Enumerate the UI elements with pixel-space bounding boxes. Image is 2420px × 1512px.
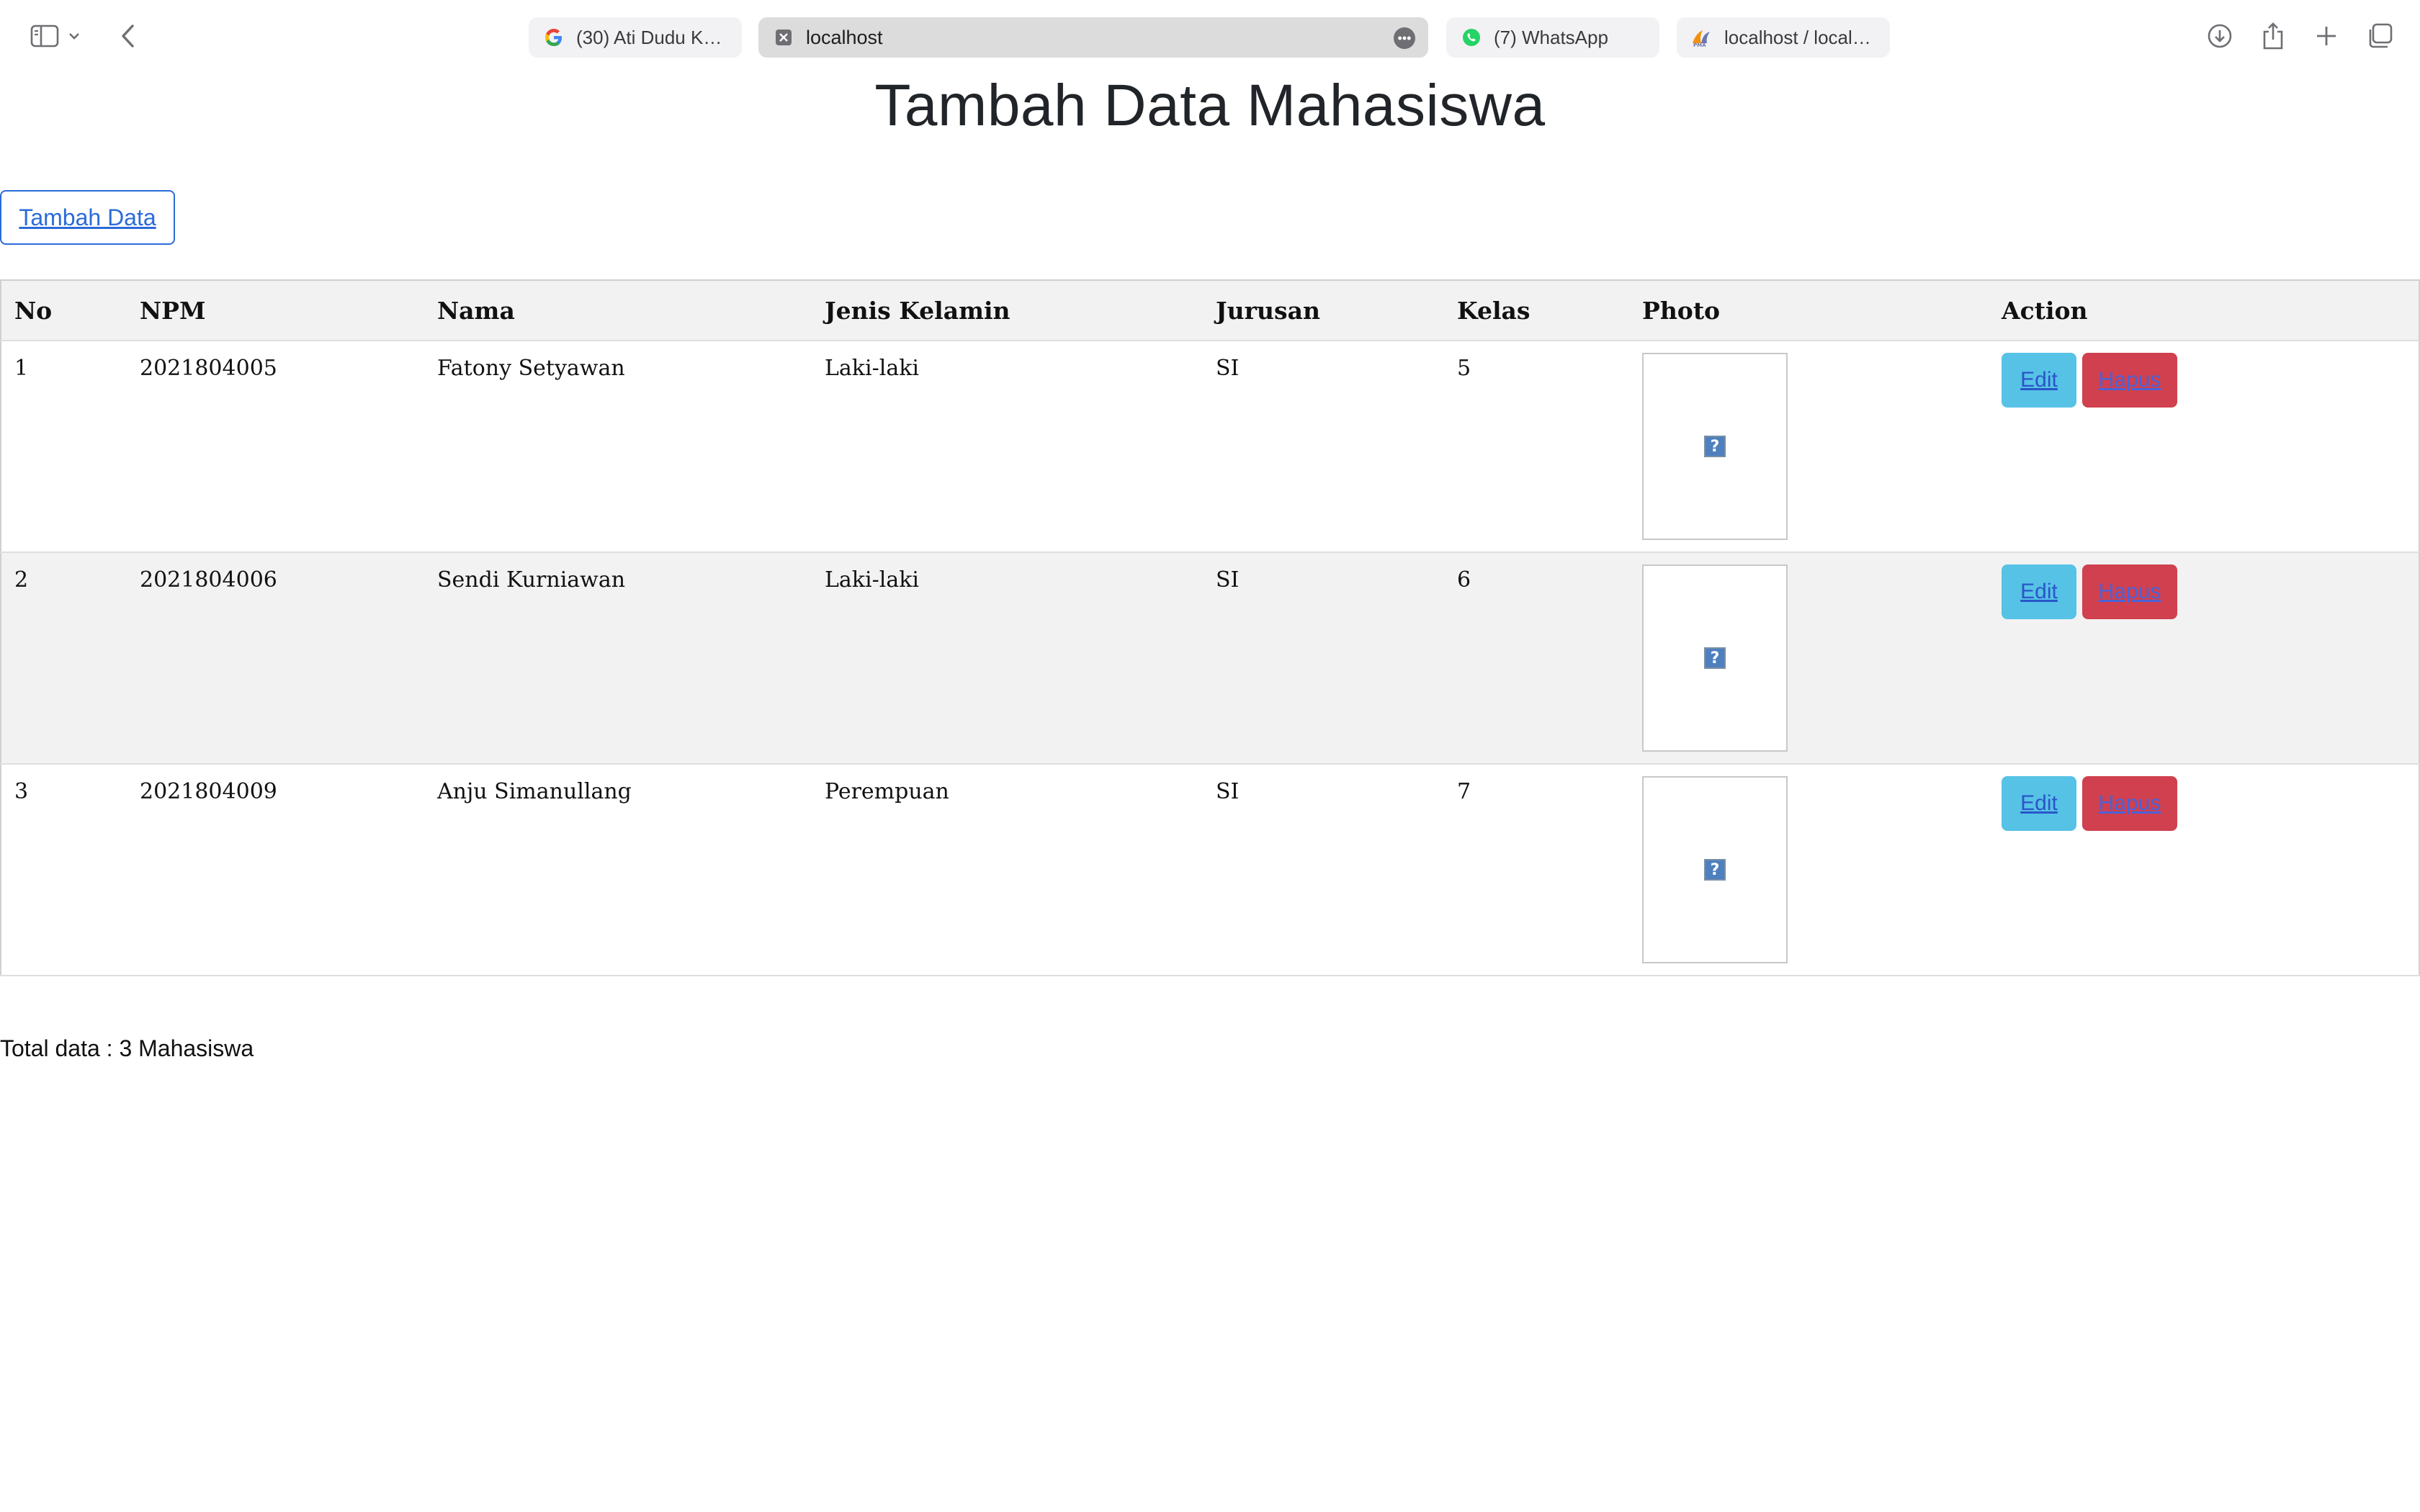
phpmyadmin-icon: PMA bbox=[1691, 27, 1713, 48]
cell-jenis-kelamin: Laki-laki bbox=[812, 552, 1203, 765]
student-photo: ? bbox=[1642, 353, 1788, 540]
cell-action: Edit Hapus bbox=[1989, 764, 2419, 976]
delete-button[interactable]: Hapus bbox=[2082, 353, 2177, 408]
tab-overview-icon[interactable] bbox=[2361, 19, 2398, 53]
google-icon bbox=[543, 27, 565, 48]
new-tab-plus-icon[interactable] bbox=[2308, 19, 2345, 53]
cell-photo: ? bbox=[1629, 552, 1989, 765]
table-header-row: No NPM Nama Jenis Kelamin Jurusan Kelas … bbox=[1, 280, 2419, 341]
header-no: No bbox=[1, 280, 127, 341]
more-options-icon[interactable]: ••• bbox=[1394, 27, 1415, 49]
broken-image-icon: ? bbox=[1704, 436, 1726, 457]
cell-no: 3 bbox=[1, 764, 127, 976]
toolbar-left bbox=[26, 19, 147, 53]
tab-google[interactable]: (30) Ati Dudu Kos... bbox=[529, 17, 742, 58]
cell-kelas: 6 bbox=[1444, 552, 1629, 765]
delete-button[interactable]: Hapus bbox=[2082, 776, 2177, 831]
header-photo: Photo bbox=[1629, 280, 1989, 341]
header-jenis-kelamin: Jenis Kelamin bbox=[812, 280, 1203, 341]
chevron-down-icon[interactable] bbox=[63, 19, 85, 53]
tab-title: (7) WhatsApp bbox=[1494, 26, 1608, 48]
cell-npm: 2021804005 bbox=[127, 341, 424, 553]
cell-npm: 2021804006 bbox=[127, 552, 424, 765]
back-arrow-icon[interactable] bbox=[109, 19, 147, 53]
cell-kelas: 7 bbox=[1444, 764, 1629, 976]
tab-whatsapp[interactable]: (7) WhatsApp bbox=[1446, 17, 1659, 58]
broken-image-icon: ? bbox=[1704, 859, 1726, 881]
cell-jenis-kelamin: Perempuan bbox=[812, 764, 1203, 976]
edit-button[interactable]: Edit bbox=[2002, 564, 2076, 619]
tab-title: localhost / localh... bbox=[1724, 26, 1876, 48]
cell-jurusan: SI bbox=[1203, 764, 1444, 976]
cell-nama: Anju Simanullang bbox=[424, 764, 812, 976]
svg-text:PMA: PMA bbox=[1693, 42, 1706, 48]
table-row: 1 2021804005 Fatony Setyawan Laki-laki S… bbox=[1, 341, 2419, 553]
close-tab-icon[interactable] bbox=[773, 27, 794, 48]
student-table: No NPM Nama Jenis Kelamin Jurusan Kelas … bbox=[0, 279, 2420, 976]
tab-title: (30) Ati Dudu Kos... bbox=[576, 26, 727, 48]
cell-action: Edit Hapus bbox=[1989, 341, 2419, 553]
sidebar-toggle-icon[interactable] bbox=[26, 19, 63, 53]
header-nama: Nama bbox=[424, 280, 812, 341]
browser-toolbar: (30) Ati Dudu Kos... localhost ••• (7) W… bbox=[0, 0, 2420, 72]
tab-phpmyadmin[interactable]: PMA localhost / localh... bbox=[1677, 17, 1890, 58]
tab-localhost[interactable]: localhost ••• bbox=[758, 17, 1428, 58]
delete-button[interactable]: Hapus bbox=[2082, 564, 2177, 619]
header-jurusan: Jurusan bbox=[1203, 280, 1444, 341]
broken-image-icon: ? bbox=[1704, 647, 1726, 669]
download-icon[interactable] bbox=[2201, 19, 2238, 53]
cell-no: 2 bbox=[1, 552, 127, 765]
edit-button[interactable]: Edit bbox=[2002, 353, 2076, 408]
cell-action: Edit Hapus bbox=[1989, 552, 2419, 765]
cell-nama: Sendi Kurniawan bbox=[424, 552, 812, 765]
tab-title: localhost bbox=[806, 26, 883, 48]
student-photo: ? bbox=[1642, 776, 1788, 963]
cell-jurusan: SI bbox=[1203, 552, 1444, 765]
whatsapp-icon bbox=[1461, 27, 1482, 48]
cell-no: 1 bbox=[1, 341, 127, 553]
add-data-button[interactable]: Tambah Data bbox=[0, 190, 175, 245]
cell-npm: 2021804009 bbox=[127, 764, 424, 976]
cell-photo: ? bbox=[1629, 341, 1989, 553]
cell-kelas: 5 bbox=[1444, 341, 1629, 553]
edit-button[interactable]: Edit bbox=[2002, 776, 2076, 831]
table-row: 2 2021804006 Sendi Kurniawan Laki-laki S… bbox=[1, 552, 2419, 765]
student-photo: ? bbox=[1642, 564, 1788, 752]
toolbar-right bbox=[2201, 19, 2398, 53]
header-action: Action bbox=[1989, 280, 2419, 341]
header-npm: NPM bbox=[127, 280, 424, 341]
page-title: Tambah Data Mahasiswa bbox=[874, 73, 1546, 138]
share-icon[interactable] bbox=[2254, 19, 2292, 53]
header-kelas: Kelas bbox=[1444, 280, 1629, 341]
cell-jurusan: SI bbox=[1203, 341, 1444, 553]
total-count: Total data : 3 Mahasiswa bbox=[0, 1035, 254, 1061]
cell-nama: Fatony Setyawan bbox=[424, 341, 812, 553]
table-row: 3 2021804009 Anju Simanullang Perempuan … bbox=[1, 764, 2419, 976]
cell-jenis-kelamin: Laki-laki bbox=[812, 341, 1203, 553]
cell-photo: ? bbox=[1629, 764, 1989, 976]
